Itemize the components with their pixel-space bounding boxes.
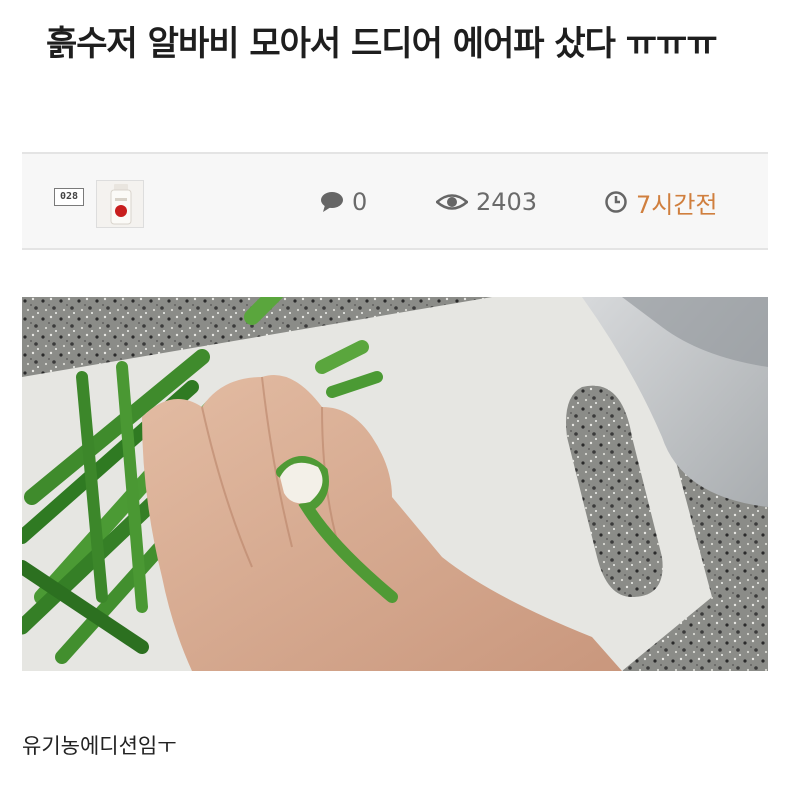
post-title: 흙수저 알바비 모아서 드디어 에어파 샀다 ㅠㅠㅠ xyxy=(46,24,718,64)
level-badge: 028 xyxy=(54,188,84,206)
comment-count[interactable]: 0 xyxy=(320,184,367,220)
view-count-value: 2403 xyxy=(476,188,538,216)
post-time-value: 7시간전 xyxy=(636,190,718,219)
eye-icon xyxy=(436,194,468,210)
comment-count-value: 0 xyxy=(352,188,368,216)
post-photo xyxy=(22,297,768,671)
clock-icon xyxy=(605,191,627,213)
view-count: 2403 xyxy=(436,184,537,220)
post-caption: 유기농에디션임ㅜ xyxy=(22,734,177,758)
avatar[interactable] xyxy=(96,180,144,228)
speech-bubble-icon xyxy=(321,192,343,212)
avatar-image xyxy=(97,181,143,227)
post-time: 7시간전 xyxy=(604,184,718,220)
post-meta-bar: 028 0 2403 7시간전 xyxy=(22,152,768,250)
